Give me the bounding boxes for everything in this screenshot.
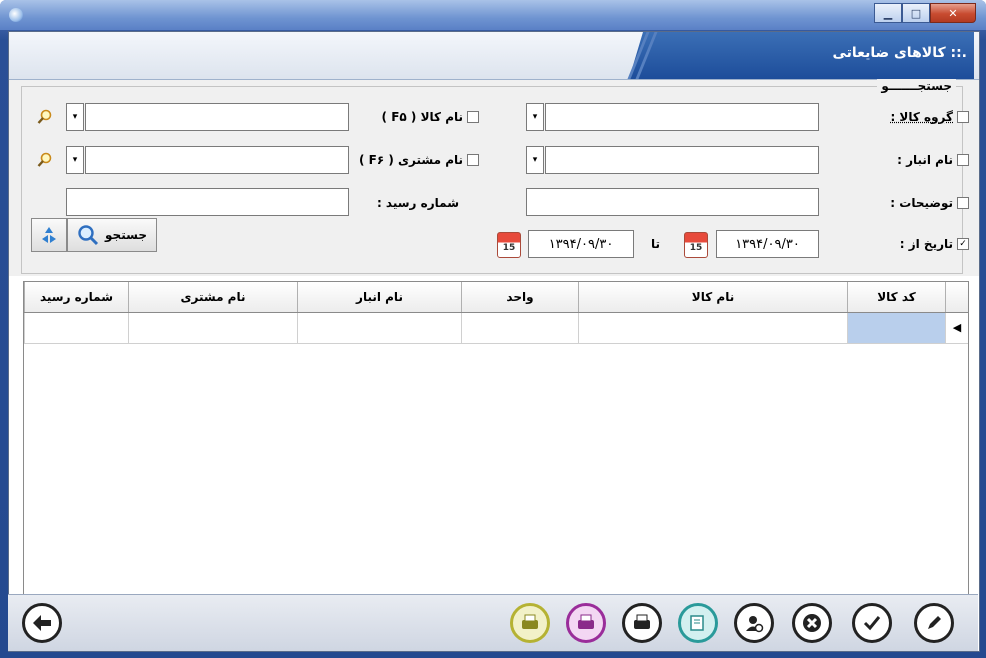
title-bar[interactable]: ▁ □ ✕: [0, 0, 986, 30]
calendar-icon[interactable]: 15: [684, 232, 708, 258]
notes-input[interactable]: [526, 188, 819, 216]
receipt-input[interactable]: [66, 188, 349, 216]
col-header-kala-code[interactable]: کد کالا: [847, 282, 945, 312]
date-from-input[interactable]: ۱۳۹۴/۰۹/۳۰: [716, 230, 819, 258]
client-area: .:: کالاهای ضایعاتی جستجـــــــو گروه کا…: [8, 31, 980, 652]
checkbox-checked[interactable]: ✓: [957, 238, 969, 250]
data-grid[interactable]: شماره رسید نام مشتری نام انبار واحد نام …: [23, 281, 969, 620]
col-header-anbar[interactable]: نام انبار: [297, 282, 461, 312]
confirm-icon[interactable]: [852, 603, 892, 643]
bottom-toolbar: [8, 594, 978, 651]
refresh-icon: [42, 227, 56, 243]
application-window: ▁ □ ✕ .:: کالاهای ضایعاتی جستجـــــــو گ…: [0, 0, 986, 658]
anbar-dropdown[interactable]: ▾: [526, 146, 544, 174]
kala-group-input[interactable]: [545, 103, 819, 131]
print-preview-icon[interactable]: [510, 603, 550, 643]
customer-checkbox[interactable]: نام مشتری ( F۶ ): [359, 153, 479, 167]
customer-dropdown[interactable]: ▾: [66, 146, 84, 174]
checkbox-box[interactable]: [957, 154, 969, 166]
date-to-label: تا: [651, 237, 661, 251]
edit-icon[interactable]: [914, 603, 954, 643]
table-cell[interactable]: [24, 313, 128, 343]
kala-group-dropdown[interactable]: ▾: [526, 103, 544, 131]
kala-name-input[interactable]: [85, 103, 349, 131]
table-cell[interactable]: [578, 313, 847, 343]
search-legend: جستجـــــــو: [877, 79, 956, 93]
printer-icon[interactable]: [622, 603, 662, 643]
search-icon[interactable]: [37, 152, 53, 168]
checkbox-box[interactable]: [957, 197, 969, 209]
user-settings-icon[interactable]: [734, 603, 774, 643]
kala-group-label: گروه کالا :: [890, 110, 953, 124]
selected-cell[interactable]: [847, 313, 945, 343]
edit-doc-icon[interactable]: [678, 603, 718, 643]
search-button[interactable]: جستجو: [67, 218, 157, 252]
print-icon[interactable]: [566, 603, 606, 643]
app-icon: [9, 8, 23, 22]
col-header-receipt[interactable]: شماره رسید: [24, 282, 128, 312]
grid-header-row: شماره رسید نام مشتری نام انبار واحد نام …: [24, 282, 968, 313]
kala-group-checkbox[interactable]: گروه کالا :: [890, 110, 969, 124]
customer-label: نام مشتری ( F۶ ): [358, 153, 463, 167]
checkbox-box[interactable]: [467, 154, 479, 166]
date-from-label: تاریخ از :: [899, 237, 953, 251]
close-window-button[interactable]: ✕: [930, 3, 976, 23]
anbar-label: نام انبار :: [897, 153, 953, 167]
anbar-input[interactable]: [545, 146, 819, 174]
anbar-checkbox[interactable]: نام انبار :: [897, 153, 969, 167]
row-indicator-header: [945, 282, 968, 312]
page-title: .:: کالاهای ضایعاتی: [832, 45, 967, 61]
maximize-button[interactable]: □: [902, 3, 930, 23]
date-to-input[interactable]: ۱۳۹۴/۰۹/۳۰: [528, 230, 634, 258]
delete-icon[interactable]: [792, 603, 832, 643]
col-header-kala-name[interactable]: نام کالا: [578, 282, 847, 312]
customer-input[interactable]: [85, 146, 349, 174]
magnifier-icon: [78, 225, 99, 246]
notes-label: توضیحات :: [890, 196, 953, 210]
col-header-unit[interactable]: واحد: [461, 282, 578, 312]
kala-name-checkbox[interactable]: نام کالا ( F۵ ): [382, 110, 479, 124]
table-cell[interactable]: [461, 313, 578, 343]
calendar-icon[interactable]: 15: [497, 232, 521, 258]
checkbox-box[interactable]: [467, 111, 479, 123]
row-indicator-icon: ◀: [945, 313, 968, 343]
kala-name-label: نام کالا ( F۵ ): [381, 110, 463, 124]
search-button-label: جستجو: [105, 228, 147, 242]
refresh-button[interactable]: [31, 218, 67, 252]
date-checkbox[interactable]: ✓ تاریخ از :: [900, 237, 969, 251]
table-row[interactable]: ◀: [24, 313, 968, 344]
table-cell[interactable]: [128, 313, 297, 343]
minimize-button[interactable]: ▁: [874, 3, 902, 23]
kala-name-dropdown[interactable]: ▾: [66, 103, 84, 131]
search-icon[interactable]: [37, 109, 53, 125]
form-header: .:: کالاهای ضایعاتی: [9, 32, 979, 80]
receipt-label: شماره رسید :: [376, 196, 459, 210]
notes-checkbox[interactable]: توضیحات :: [890, 196, 969, 210]
back-icon[interactable]: [22, 603, 62, 643]
table-cell[interactable]: [297, 313, 461, 343]
checkbox-box[interactable]: [957, 111, 969, 123]
col-header-customer[interactable]: نام مشتری: [128, 282, 297, 312]
